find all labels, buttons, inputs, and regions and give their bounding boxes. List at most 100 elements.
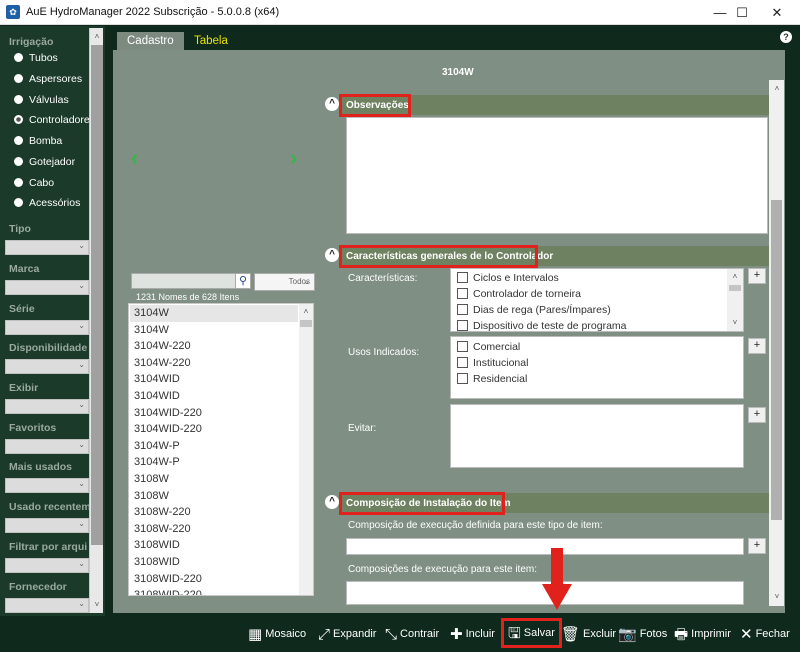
scroll-down-icon[interactable]: ˅: [90, 598, 104, 612]
checklist-scrollbar[interactable]: ˄ ˅: [727, 269, 743, 331]
observacoes-textarea[interactable]: [346, 117, 768, 234]
list-item[interactable]: 3104W-P: [134, 454, 180, 471]
sidebar-item-cabo[interactable]: Cabo: [14, 176, 54, 190]
chevron-down-icon: ⌄: [78, 360, 85, 369]
fotos-label: Fotos: [639, 628, 668, 640]
filter-disponibilidade-select[interactable]: ⌄: [5, 359, 89, 374]
list-item[interactable]: 3104W-P: [134, 438, 180, 455]
checkbox-item[interactable]: Controlador de torneira: [457, 287, 581, 302]
checklist-scroll-thumb[interactable]: [729, 285, 741, 291]
scroll-up-icon[interactable]: ˄: [770, 82, 784, 96]
fechar-button[interactable]: ✕ Fechar: [740, 624, 790, 644]
sidebar-scrollbar[interactable]: ˄ ˅: [89, 28, 103, 613]
list-item[interactable]: 3104W: [134, 322, 169, 339]
contrair-button[interactable]: ⤡ Contrair: [385, 624, 439, 644]
tab-cadastro[interactable]: Cadastro: [117, 32, 184, 50]
list-item[interactable]: 3104W-220: [134, 338, 191, 355]
filter-fornecedor-select[interactable]: ⌄: [5, 598, 89, 613]
add-uso-button[interactable]: +: [748, 338, 766, 354]
list-item[interactable]: 3104WID: [134, 371, 180, 388]
list-item[interactable]: 3108W: [134, 471, 169, 488]
list-item[interactable]: 3108W-220: [134, 521, 191, 538]
sidebar-item-label: Tubos: [29, 52, 58, 64]
collapse-icon[interactable]: ^: [325, 97, 339, 111]
filter-serie-label: Série: [9, 303, 35, 315]
sidebar-item-tubos[interactable]: Tubos: [14, 51, 58, 65]
sidebar-item-controladores[interactable]: Controladores: [14, 113, 95, 127]
fotos-button[interactable]: 📷 Fotos: [618, 624, 667, 644]
filter-serie-select[interactable]: ⌄: [5, 320, 89, 335]
add-caracteristica-button[interactable]: +: [748, 268, 766, 284]
sidebar-scroll-thumb[interactable]: [91, 45, 103, 545]
list-item[interactable]: 3104WID: [134, 388, 180, 405]
next-arrow-icon[interactable]: ›: [290, 145, 297, 171]
scroll-up-icon[interactable]: ˄: [728, 270, 742, 284]
list-item[interactable]: 3108WID: [134, 537, 180, 554]
list-scrollbar[interactable]: ˄: [299, 304, 313, 595]
sidebar-item-aspersores[interactable]: Aspersores: [14, 72, 82, 86]
salvar-button[interactable]: 🖫 Salvar: [501, 618, 562, 648]
filter-favoritos-select[interactable]: ⌄: [5, 439, 89, 454]
filter-select[interactable]: Todos ⌄: [254, 273, 315, 291]
filter-tipo-select[interactable]: ⌄: [5, 240, 89, 255]
checkbox-item[interactable]: Dispositivo de teste de programa: [457, 319, 627, 331]
checkbox-item[interactable]: Ciclos e Intervalos: [457, 271, 559, 286]
checkbox-item[interactable]: Comercial: [457, 340, 520, 355]
chevron-down-icon: ⌄: [78, 519, 85, 528]
filter-arquivo-select[interactable]: ⌄: [5, 558, 89, 573]
checkbox-item[interactable]: Dias de rega (Pares/Ímpares): [457, 303, 611, 318]
checkbox-label: Residencial: [473, 373, 528, 385]
sidebar-item-valvulas[interactable]: Válvulas: [14, 93, 69, 107]
imprimir-button[interactable]: 🖶 Imprimir: [674, 624, 731, 644]
mosaico-button[interactable]: ▦ Mosaico: [248, 624, 306, 644]
maximize-button[interactable]: ☐: [722, 0, 762, 25]
filter-usado-recentemente-select[interactable]: ⌄: [5, 518, 89, 533]
caracteristicas-checklist[interactable]: Ciclos e Intervalos Controlador de torne…: [450, 268, 744, 332]
list-item[interactable]: 3104W: [134, 305, 169, 322]
list-item[interactable]: 3108WID-220: [134, 571, 202, 588]
sidebar-item-gotejador[interactable]: Gotejador: [14, 155, 75, 169]
list-item[interactable]: 3108WID: [134, 554, 180, 571]
tab-tabela[interactable]: Tabela: [184, 32, 238, 50]
expandir-button[interactable]: ⤢ Expandir: [318, 624, 376, 644]
checkbox-item[interactable]: Residencial: [457, 372, 527, 387]
filter-exibir-select[interactable]: ⌄: [5, 399, 89, 414]
main-scroll-thumb[interactable]: [771, 200, 782, 520]
filter-mais-usados-select[interactable]: ⌄: [5, 478, 89, 493]
list-scroll-thumb[interactable]: [300, 320, 312, 327]
close-button[interactable]: ✕: [757, 0, 797, 25]
scroll-down-icon[interactable]: ˅: [770, 590, 784, 604]
add-evitar-button[interactable]: +: [748, 407, 766, 423]
add-composicao-button[interactable]: +: [748, 538, 766, 554]
checkbox-label: Controlador de torneira: [473, 288, 581, 300]
main-scrollbar[interactable]: ˄ ˅: [769, 80, 784, 606]
list-item[interactable]: 3108W: [134, 488, 169, 505]
help-icon[interactable]: ?: [780, 31, 792, 43]
incluir-button[interactable]: ✚ Incluir: [450, 624, 495, 644]
search-input[interactable]: [131, 273, 250, 289]
checkbox-item[interactable]: Institucional: [457, 356, 528, 371]
scroll-up-icon[interactable]: ˄: [90, 30, 104, 44]
sidebar-item-label: Gotejador: [29, 156, 76, 168]
sidebar-item-bomba[interactable]: Bomba: [14, 134, 62, 148]
list-item[interactable]: 3104WID-220: [134, 405, 202, 422]
collapse-icon[interactable]: ^: [325, 248, 339, 262]
item-list[interactable]: 3104W 3104W 3104W-220 3104W-220 3104WID …: [128, 303, 314, 596]
list-item[interactable]: 3108WID-220: [134, 587, 202, 595]
radio-selected-icon: [14, 115, 23, 124]
list-item[interactable]: 3104WID-220: [134, 421, 202, 438]
usos-checklist[interactable]: Comercial Institucional Residencial: [450, 336, 744, 399]
list-item[interactable]: 3108W-220: [134, 504, 191, 521]
close-icon: ✕: [740, 626, 753, 643]
excluir-button[interactable]: 🗑 Excluir: [561, 624, 616, 644]
filter-tipo-label: Tipo: [9, 223, 31, 235]
evitar-checklist[interactable]: [450, 404, 744, 468]
search-icon[interactable]: ⚲: [235, 273, 251, 289]
sidebar-item-acessorios[interactable]: Acessórios: [14, 196, 80, 210]
previous-arrow-icon[interactable]: ‹: [131, 145, 138, 171]
filter-marca-select[interactable]: ⌄: [5, 280, 89, 295]
collapse-icon[interactable]: ^: [325, 495, 339, 509]
list-item[interactable]: 3104W-220: [134, 355, 191, 372]
scroll-up-icon[interactable]: ˄: [299, 305, 313, 319]
scroll-down-icon[interactable]: ˅: [728, 316, 742, 330]
